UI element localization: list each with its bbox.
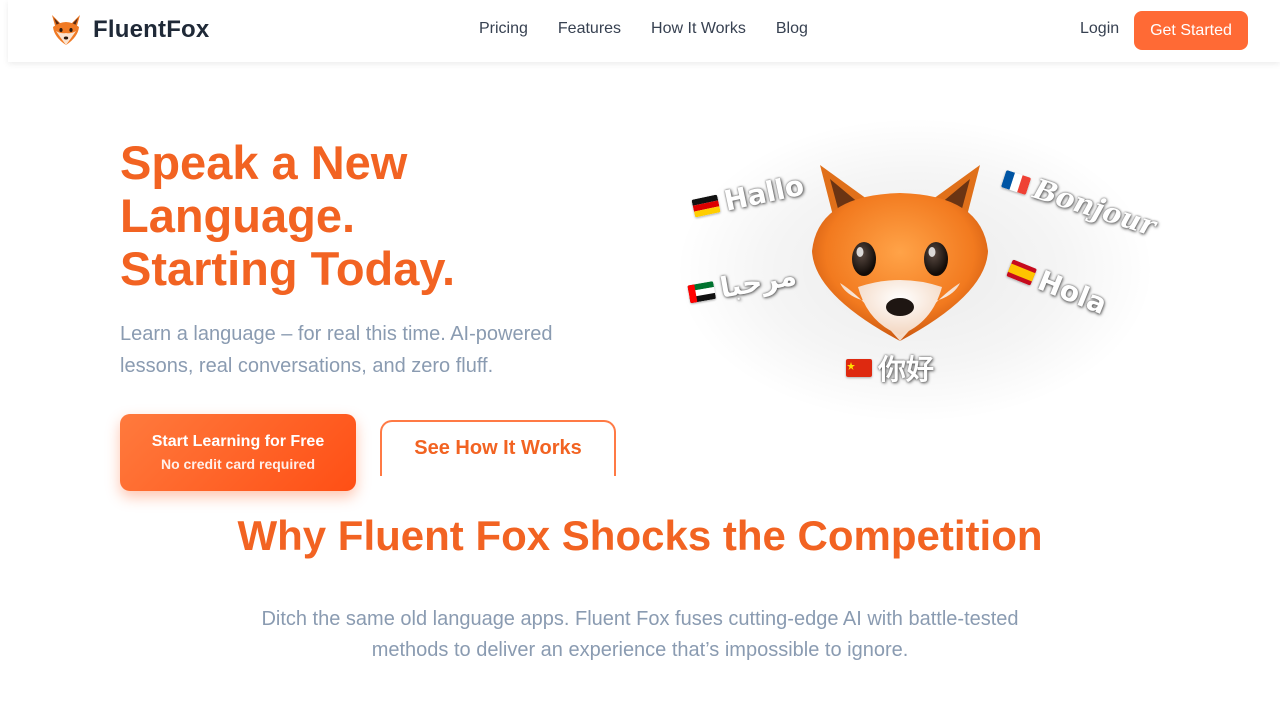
top-navbar: FluentFox Pricing Features How It Works …	[8, 0, 1280, 62]
nav-link-pricing[interactable]: Pricing	[479, 20, 528, 38]
hero-title-line: Language.	[120, 189, 356, 242]
greeting-word: 你好	[878, 353, 935, 386]
greeting-chinese: 你好	[846, 348, 934, 388]
nav-link-how-it-works[interactable]: How It Works	[651, 20, 746, 38]
uae-flag-icon	[687, 280, 716, 303]
germany-flag-icon	[691, 194, 721, 218]
china-flag-icon	[846, 359, 872, 377]
start-learning-label: Start Learning for Free	[151, 433, 325, 450]
hero-title: Speak a New Language. Starting Today.	[120, 136, 580, 295]
spain-flag-icon	[1006, 258, 1038, 286]
no-credit-card-note: No credit card required	[160, 456, 316, 472]
hero-subtitle: Learn a language – for real this time. A…	[120, 323, 553, 377]
section-subtitle: Ditch the same old language apps. Fluent…	[261, 608, 1019, 661]
login-link[interactable]: Login	[1080, 20, 1119, 38]
fox-mascot-icon	[812, 165, 988, 341]
brand-name: FluentFox	[93, 16, 210, 43]
see-how-it-works-button[interactable]: See How It Works	[380, 420, 616, 476]
brand[interactable]: FluentFox	[50, 13, 209, 47]
get-started-button[interactable]: Get Started	[1134, 11, 1248, 50]
hero-illustration: Hallo Bonjour مرحبا Hola 你好	[670, 120, 1160, 420]
section-title: Why Fluent Fox Shocks the Competition	[237, 512, 1043, 559]
france-flag-icon	[1001, 169, 1032, 195]
nav-link-blog[interactable]: Blog	[776, 20, 808, 38]
hero-title-line: Starting Today.	[120, 242, 456, 295]
start-learning-button[interactable]: Start Learning for Free No credit card r…	[120, 414, 356, 491]
nav-link-features[interactable]: Features	[558, 20, 621, 38]
main-nav: Pricing Features How It Works Blog	[479, 20, 808, 38]
fox-logo-icon	[52, 15, 80, 45]
hero-title-line: Speak a New	[120, 136, 408, 189]
